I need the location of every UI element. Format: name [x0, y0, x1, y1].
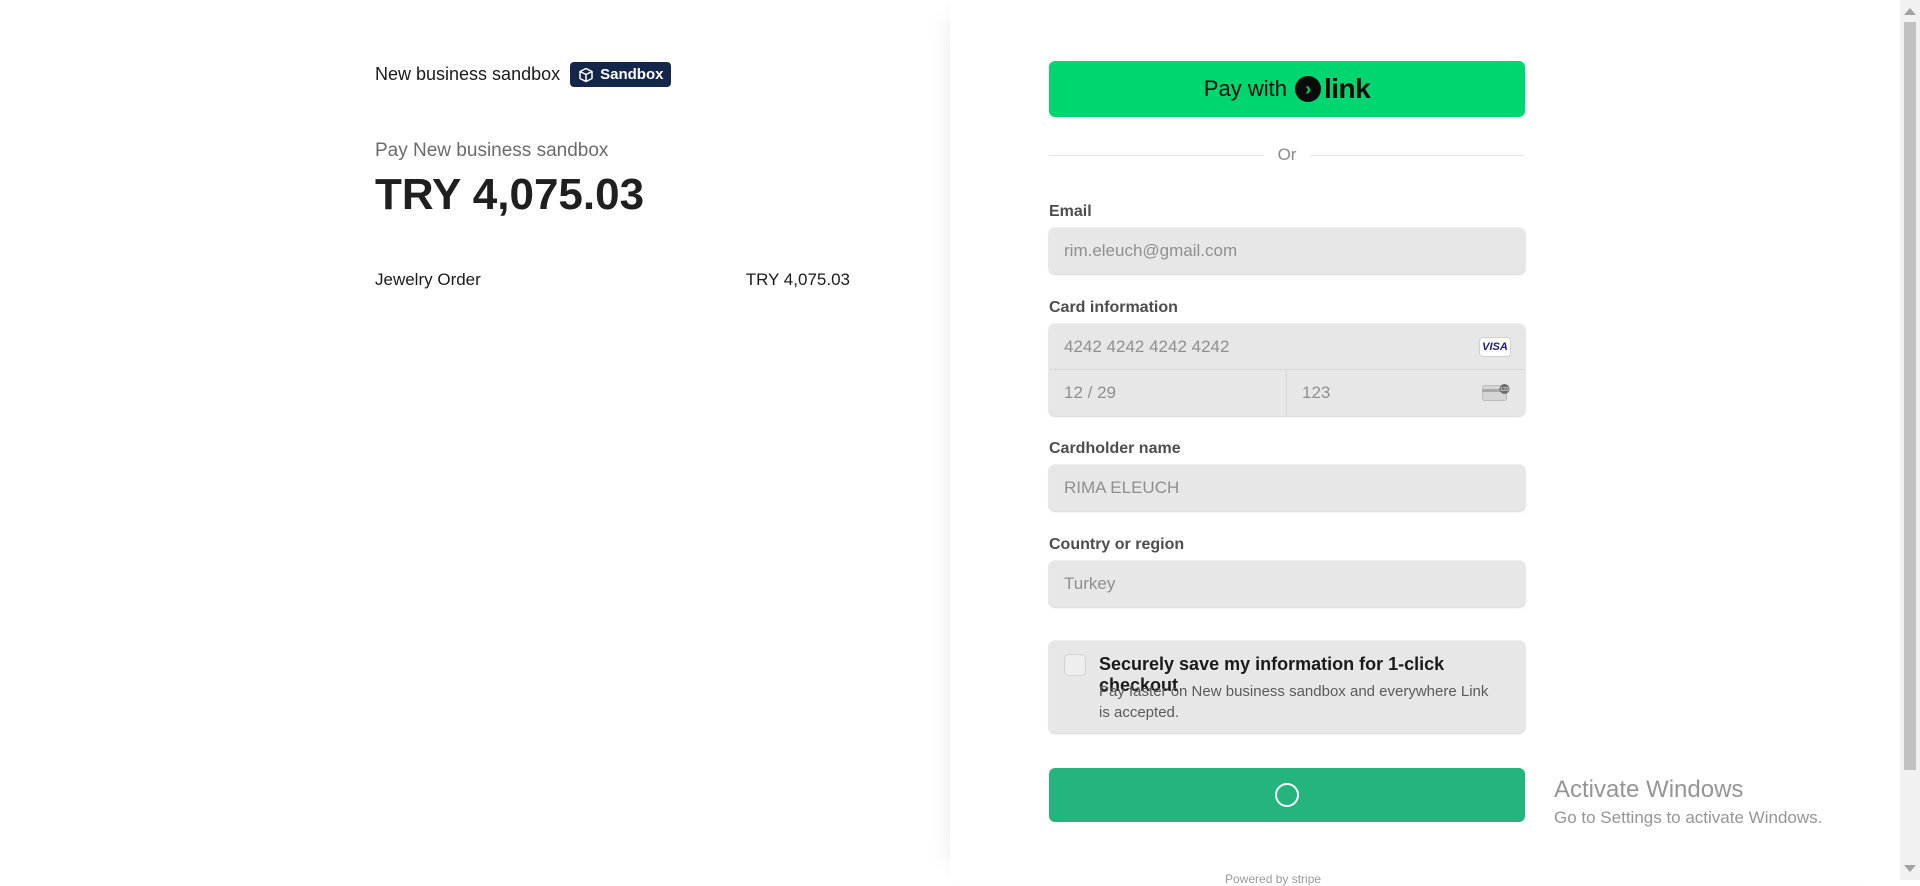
- scroll-thumb[interactable]: [1904, 22, 1916, 770]
- line-item-price: TRY 4,075.03: [745, 270, 850, 289]
- windows-activation-watermark: Activate Windows Go to Settings to activ…: [1554, 776, 1822, 828]
- watermark-subtitle: Go to Settings to activate Windows.: [1554, 808, 1823, 827]
- cube-icon: [579, 67, 593, 82]
- save-info-description: Pay faster on New business sandbox and e…: [1099, 683, 1489, 721]
- merchant-name: New business sandbox: [375, 64, 561, 84]
- powered-by-stripe[interactable]: Powered by stripe: [1225, 872, 1321, 886]
- sandbox-badge: Sandbox: [570, 62, 672, 87]
- visa-icon: VISA: [1480, 338, 1510, 356]
- scroll-up-arrow-icon[interactable]: [1904, 8, 1916, 15]
- svg-text:123: 123: [1500, 387, 1509, 393]
- card-number-value: 4242 4242 4242 4242: [1064, 336, 1230, 356]
- pay-button[interactable]: [1049, 768, 1525, 822]
- divider-line-left: [1049, 154, 1264, 156]
- cardholder-label: Cardholder name: [1049, 440, 1181, 457]
- card-number-field[interactable]: 4242 4242 4242 4242 VISA: [1049, 324, 1525, 370]
- divider-line-right: [1310, 154, 1526, 156]
- pay-label: Pay New business sandbox: [375, 140, 609, 161]
- save-info-box: Securely save my information for 1-click…: [1049, 641, 1525, 733]
- line-item-name: Jewelry Order: [375, 270, 481, 289]
- line-item: Jewelry Order TRY 4,075.03: [375, 270, 850, 290]
- or-divider: Or: [1049, 145, 1526, 165]
- pay-with-label: Pay with: [1203, 76, 1287, 101]
- total-amount: TRY 4,075.03: [375, 170, 645, 219]
- or-text: Or: [1277, 145, 1297, 164]
- link-logo: › link: [1294, 73, 1371, 105]
- card-info-group: 4242 4242 4242 4242 VISA 12 / 29 123 123: [1049, 324, 1525, 416]
- loading-spinner-icon: [1275, 783, 1299, 807]
- cvc-value: 123: [1302, 383, 1331, 402]
- order-summary-pane: New business sandbox Sandbox Pay New bus…: [0, 0, 950, 880]
- cvc-field[interactable]: 123 123: [1287, 370, 1525, 416]
- email-field[interactable]: rim.eleuch@gmail.com: [1049, 228, 1525, 274]
- vertical-scrollbar[interactable]: [1900, 0, 1920, 880]
- country-label: Country or region: [1049, 536, 1185, 553]
- expiry-field[interactable]: 12 / 29: [1049, 370, 1287, 416]
- link-arrow-icon: ›: [1294, 76, 1321, 102]
- link-brand-label: link: [1323, 73, 1371, 104]
- card-info-label: Card information: [1049, 299, 1178, 316]
- sandbox-badge-label: Sandbox: [600, 66, 664, 83]
- cardholder-field[interactable]: RIMA ELEUCH: [1049, 465, 1525, 511]
- country-select[interactable]: Turkey: [1049, 561, 1525, 607]
- save-info-checkbox[interactable]: [1065, 655, 1085, 675]
- cvc-card-icon: 123: [1482, 384, 1510, 401]
- pay-with-link-button[interactable]: Pay with › link: [1049, 61, 1525, 117]
- scroll-down-arrow-icon[interactable]: [1904, 865, 1916, 872]
- watermark-title: Activate Windows: [1554, 776, 1744, 803]
- email-label: Email: [1049, 203, 1092, 220]
- merchant-header: New business sandbox Sandbox: [375, 62, 672, 87]
